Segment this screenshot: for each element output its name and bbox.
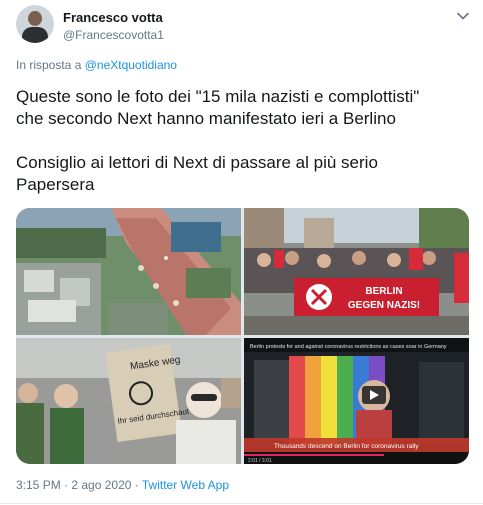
meta-separator: ·	[131, 478, 142, 492]
tweet-meta: 3:15 PM · 2 ago 2020 · Twitter Web App	[16, 478, 229, 492]
media-grid: BERLIN GEGEN NAZIS! Maske weg Ihr seid d…	[16, 208, 469, 464]
tweet-text: Queste sono le foto dei "15 mila nazisti…	[16, 86, 471, 196]
tweet-card: Francesco votta @Francescovotta1 In risp…	[0, 0, 483, 505]
source-link[interactable]: Twitter Web App	[142, 478, 229, 492]
author-name[interactable]: Francesco votta	[63, 10, 163, 25]
photo-aerial-crowd[interactable]	[16, 208, 241, 335]
avatar-body	[22, 27, 48, 43]
photo-sign-protester[interactable]: Maske weg Ihr seid durchschaut	[16, 338, 241, 464]
video-caption-top: Berlin protests for and against coronavi…	[250, 344, 447, 350]
tweet-text-line: Consiglio ai lettori di Next di passare …	[16, 153, 378, 172]
timestamp[interactable]: 3:15 PM · 2 ago 2020	[16, 478, 131, 492]
video-thumbnail[interactable]: Berlin protests for and against coronavi…	[244, 338, 469, 464]
avatar-head	[28, 11, 42, 26]
banner-text: GEGEN NAZIS!	[348, 300, 420, 311]
photo-march-banner[interactable]: BERLIN GEGEN NAZIS!	[244, 208, 469, 335]
chevron-down-icon[interactable]	[456, 9, 470, 23]
tweet-text-line: Papersera	[16, 175, 95, 194]
banner-text: BERLIN	[365, 286, 402, 297]
tweet-text-line: che secondo Next hanno manifestato ieri …	[16, 109, 396, 128]
author-handle[interactable]: @Francescovotta1	[63, 28, 164, 42]
reply-context: In risposta a @neXtquotidiano	[16, 58, 177, 72]
divider	[0, 503, 483, 504]
avatar[interactable]	[16, 5, 54, 43]
reply-prefix: In risposta a	[16, 58, 82, 72]
tweet-text-line: Queste sono le foto dei "15 mila nazisti…	[16, 87, 420, 106]
video-caption-bottom: Thousands descend on Berlin for coronavi…	[274, 443, 419, 450]
video-time: 2:01 / 3:01	[248, 458, 272, 464]
reply-to-link[interactable]: @neXtquotidiano	[85, 58, 177, 72]
